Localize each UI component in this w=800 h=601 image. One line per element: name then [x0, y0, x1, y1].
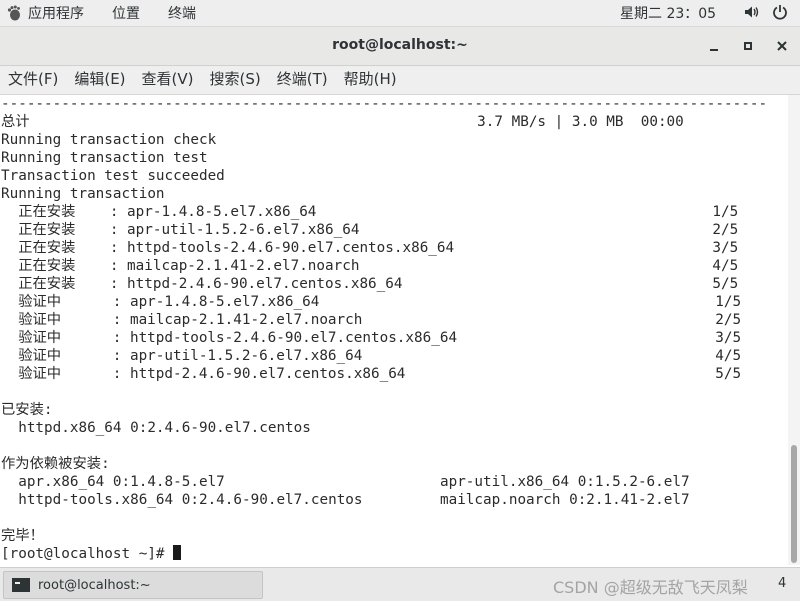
terminal-line: 作为依赖被安装: — [1, 456, 110, 472]
terminal-line: 验证中 : apr-1.4.8-5.el7.x86_64 1/5 — [1, 294, 742, 310]
window-title: root@localhost:~ — [332, 37, 468, 53]
menu-help[interactable]: 帮助(H) — [344, 66, 397, 94]
watermark: CSDN @超级无敌飞天凤梨 — [553, 578, 748, 597]
menu-file[interactable]: 文件(F) — [8, 66, 58, 94]
terminal-icon — [12, 578, 30, 592]
terminal-scrollbar[interactable] — [788, 95, 800, 565]
menu-terminal[interactable]: 终端(T) — [277, 66, 328, 94]
window-titlebar[interactable]: root@localhost:~ — [0, 27, 800, 66]
terminal-line: 验证中 : httpd-2.4.6-90.el7.centos.x86_64 5… — [1, 366, 742, 382]
terminal-line: 正在安装 : httpd-2.4.6-90.el7.centos.x86_64 … — [1, 276, 739, 292]
menubar: 文件(F) 编辑(E) 查看(V) 搜索(S) 终端(T) 帮助(H) — [0, 66, 800, 95]
terminal-line: httpd.x86_64 0:2.4.6-90.el7.centos — [1, 420, 311, 436]
power-icon[interactable] — [772, 4, 788, 20]
taskbar-item-terminal[interactable]: root@localhost:~ — [3, 571, 263, 599]
taskbar: root@localhost:~ CSDN @超级无敌飞天凤梨 4 — [0, 567, 800, 601]
terminal-line: 正在安装 : apr-1.4.8-5.el7.x86_64 1/5 — [1, 204, 739, 220]
scrollbar-thumb[interactable] — [791, 445, 797, 563]
text-cursor — [173, 545, 182, 560]
menu-search[interactable]: 搜索(S) — [210, 66, 261, 94]
prompt-text: [root@localhost ~]# — [1, 546, 174, 562]
terminal-line: 总计 3.7 MB/s | 3.0 MB 00:00 — [1, 114, 684, 130]
terminal-line: 验证中 : httpd-tools-2.4.6-90.el7.centos.x8… — [1, 330, 742, 346]
clock[interactable]: 星期二 23：05 — [620, 3, 716, 23]
top-bar: 应用程序 位置 终端 星期二 23：05 — [0, 0, 800, 27]
terminal-line: 已安装: — [1, 402, 53, 418]
terminal-line: 正在安装 : mailcap-2.1.41-2.el7.noarch 4/5 — [1, 258, 739, 274]
terminal-line: 正在安装 : apr-util-1.5.2-6.el7.x86_64 2/5 — [1, 222, 739, 238]
maximize-button[interactable] — [738, 36, 758, 56]
terminal-line: ----------------------------------------… — [1, 96, 768, 112]
terminal-output[interactable]: ----------------------------------------… — [0, 95, 788, 565]
terminal-line: Running transaction check — [1, 132, 217, 148]
terminal-line: Running transaction test — [1, 150, 208, 166]
terminal-prompt[interactable]: [root@localhost ~]# — [1, 545, 182, 563]
places-menu[interactable]: 位置 — [112, 3, 140, 23]
terminal-line: 正在安装 : httpd-tools-2.4.6-90.el7.centos.x… — [1, 240, 739, 256]
terminal-line: 完毕！ — [1, 528, 44, 544]
terminal-line: httpd-tools.x86_64 0:2.4.6-90.el7.centos… — [1, 492, 690, 508]
minimize-button[interactable] — [704, 36, 724, 56]
terminal-line: Running transaction — [1, 186, 165, 202]
volume-icon[interactable] — [744, 4, 760, 20]
terminal-line: 验证中 : mailcap-2.1.41-2.el7.noarch 2/5 — [1, 312, 742, 328]
terminal-line: Transaction test succeeded — [1, 168, 225, 184]
menu-view[interactable]: 查看(V) — [142, 66, 194, 94]
close-button[interactable] — [772, 36, 792, 56]
taskbar-item-label: root@localhost:~ — [38, 577, 151, 593]
terminal-line: apr.x86_64 0:1.4.8-5.el7 apr-util.x86_64… — [1, 474, 690, 490]
terminal-line: 验证中 : apr-util-1.5.2-6.el7.x86_64 4/5 — [1, 348, 742, 364]
foot-logo-icon — [6, 5, 22, 21]
workspace-indicator[interactable]: 4 — [778, 576, 786, 591]
applications-menu[interactable]: 应用程序 — [28, 3, 84, 23]
terminal-app-menu[interactable]: 终端 — [168, 3, 196, 23]
menu-edit[interactable]: 编辑(E) — [74, 66, 125, 94]
